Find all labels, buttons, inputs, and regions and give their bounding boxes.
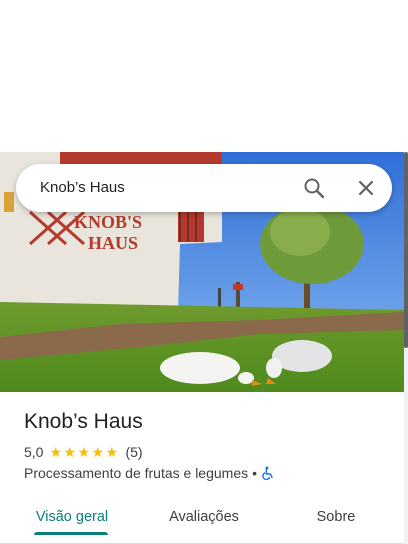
separator-dot: •: [252, 465, 258, 481]
rating-stars: ★ ★ ★ ★ ★: [49, 445, 119, 459]
rating-row[interactable]: 5,0 ★ ★ ★ ★ ★ (5): [24, 444, 143, 460]
star-icon: ★: [49, 444, 63, 460]
star-icon: ★: [63, 444, 77, 460]
category-row: Processamento de frutas e legumes •: [24, 465, 275, 481]
review-count[interactable]: (5): [125, 444, 142, 460]
search-box[interactable]: Knob’s Haus: [16, 164, 392, 212]
place-category: Processamento de frutas e legumes: [24, 465, 249, 481]
star-icon: ★: [77, 444, 91, 460]
star-icon: ★: [105, 444, 119, 460]
sign-line-2: HAUS: [88, 233, 138, 253]
search-icon[interactable]: [302, 176, 326, 200]
tab-about[interactable]: Sobre: [296, 494, 376, 540]
active-tab-indicator: [34, 532, 108, 535]
blank-top-area: [0, 0, 408, 152]
tab-reviews[interactable]: Avaliações: [148, 494, 260, 540]
rating-value: 5,0: [24, 444, 44, 460]
place-info-panel: Knob’s Haus 5,0 ★ ★ ★ ★ ★ (5) Processame…: [0, 392, 404, 544]
wheelchair-icon: [261, 466, 275, 481]
star-icon: ★: [91, 444, 105, 460]
scrollbar-thumb[interactable]: [404, 152, 408, 348]
place-title: Knob’s Haus: [24, 410, 143, 433]
close-icon[interactable]: [354, 176, 378, 200]
sign-line-1: KNOB'S: [74, 212, 142, 232]
search-input[interactable]: Knob’s Haus: [40, 179, 125, 196]
